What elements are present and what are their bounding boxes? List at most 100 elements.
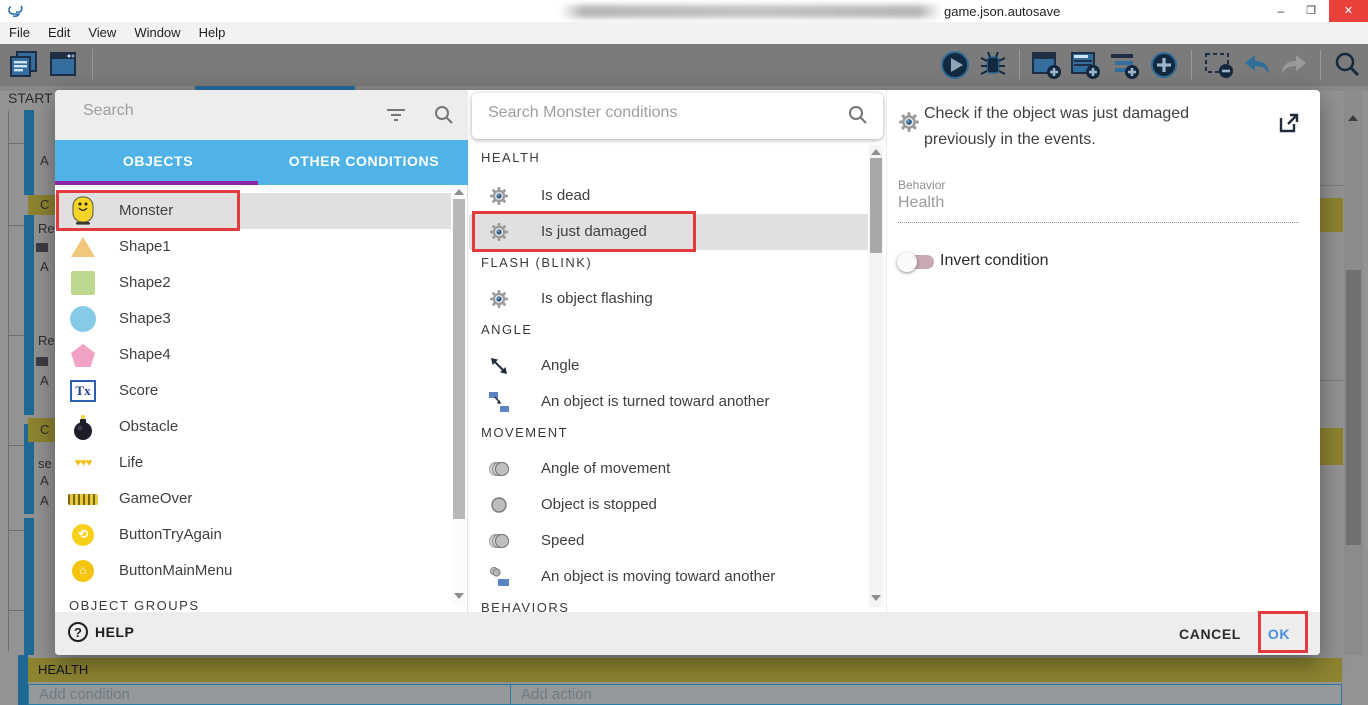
- object-row-buttontryagain[interactable]: ⟲ ButtonTryAgain: [55, 517, 451, 553]
- close-button[interactable]: ✕: [1329, 0, 1368, 22]
- project-manager-button[interactable]: [8, 50, 38, 78]
- add-condition-button[interactable]: Add condition: [29, 685, 511, 704]
- condition-label: Speed: [541, 532, 585, 549]
- scrollbar-thumb[interactable]: [1346, 270, 1361, 545]
- add-action-button[interactable]: Add action: [511, 685, 592, 704]
- minimize-button[interactable]: –: [1266, 0, 1296, 22]
- event-tree-line: [8, 610, 24, 611]
- open-in-new-icon[interactable]: [1277, 111, 1301, 135]
- section-header-flash: FLASH (BLINK): [481, 255, 593, 270]
- condition-list-scrollbar[interactable]: [869, 145, 883, 607]
- search-events-button[interactable]: [1332, 50, 1362, 80]
- section-header-health: HEALTH: [481, 150, 541, 165]
- search-icon[interactable]: [433, 104, 455, 126]
- editor-toolbar: [0, 44, 1368, 86]
- condition-row-angle-of-movement[interactable]: Angle of movement: [469, 451, 868, 487]
- menu-view[interactable]: View: [79, 22, 125, 44]
- condition-label: Angle of movement: [541, 460, 671, 477]
- object-label: GameOver: [119, 490, 193, 507]
- scrollbar-thumb[interactable]: [453, 199, 465, 519]
- condition-list-panel: HEALTH Is dead Is: [469, 90, 886, 612]
- cancel-button[interactable]: CANCEL: [1175, 620, 1245, 648]
- toolbar-divider: [92, 49, 93, 79]
- event-text-fragment: C: [40, 197, 50, 212]
- menu-window[interactable]: Window: [125, 22, 189, 44]
- object-row-shape2[interactable]: Shape2: [55, 265, 451, 301]
- debugger-bug-button[interactable]: [978, 49, 1008, 81]
- event-indent-bar: [18, 655, 28, 705]
- condition-row-object-is-stopped[interactable]: Object is stopped: [469, 487, 868, 523]
- scene-tab-label[interactable]: START: [8, 90, 53, 106]
- event-tree-line: [8, 111, 9, 651]
- scroll-up-arrow[interactable]: [1348, 115, 1358, 121]
- condition-row-angle[interactable]: Angle: [469, 348, 868, 384]
- object-row-gameover[interactable]: GameOver: [55, 481, 451, 517]
- condition-row-moving-toward[interactable]: An object is moving toward another: [469, 559, 868, 595]
- redo-button[interactable]: [1279, 51, 1309, 79]
- menu-bar: File Edit View Window Help: [0, 22, 1368, 44]
- maximize-button[interactable]: ❐: [1296, 0, 1326, 22]
- gameover-text-icon: [65, 484, 101, 514]
- add-subevent-button[interactable]: [1109, 49, 1141, 81]
- scroll-down-arrow[interactable]: [454, 593, 464, 599]
- condition-row-is-object-flashing[interactable]: Is object flashing: [469, 281, 868, 317]
- behavior-field-underline: [898, 222, 1299, 223]
- scroll-up-arrow[interactable]: [871, 149, 881, 155]
- comment-row-fragment: [1320, 198, 1343, 232]
- menu-edit[interactable]: Edit: [39, 22, 79, 44]
- events-scrollbar[interactable]: [1344, 91, 1363, 655]
- title-bar: game.json.autosave – ❐ ✕: [0, 0, 1368, 22]
- scroll-down-arrow[interactable]: [871, 595, 881, 601]
- moving-toward-icon: [487, 565, 511, 589]
- help-button[interactable]: ? HELP: [68, 622, 134, 642]
- object-label: Life: [119, 454, 144, 471]
- object-list-scrollbar[interactable]: [452, 185, 466, 605]
- behavior-gear-icon: [898, 111, 920, 138]
- turned-toward-icon: [487, 390, 511, 414]
- add-event-button[interactable]: [1031, 49, 1063, 81]
- event-text-fragment: A: [40, 373, 49, 388]
- object-row-life[interactable]: ♥♥♥ Life: [55, 445, 451, 481]
- add-comment-button[interactable]: [1070, 49, 1102, 81]
- condition-description: Check if the object was just damaged pre…: [924, 105, 1190, 148]
- menu-help[interactable]: Help: [190, 22, 235, 44]
- condition-row-speed[interactable]: Speed: [469, 523, 868, 559]
- scroll-up-arrow[interactable]: [454, 189, 464, 195]
- delete-event-button[interactable]: [1203, 49, 1235, 81]
- behavior-field-value[interactable]: Health: [898, 194, 944, 212]
- condition-row-is-dead[interactable]: Is dead: [469, 178, 868, 214]
- event-tree-line: [8, 143, 24, 144]
- object-row-shape3[interactable]: Shape3: [55, 301, 451, 337]
- tab-objects[interactable]: OBJECTS: [55, 140, 261, 185]
- help-label: HELP: [95, 624, 135, 640]
- menu-file[interactable]: File: [0, 22, 39, 44]
- preview-play-button[interactable]: [939, 49, 971, 81]
- invert-condition-toggle[interactable]: [897, 252, 934, 272]
- object-label: Shape4: [119, 346, 171, 363]
- tab-other-conditions[interactable]: OTHER CONDITIONS: [261, 140, 467, 185]
- event-mini-icon: [36, 243, 48, 252]
- toggle-knob[interactable]: [897, 252, 917, 272]
- condition-row-turned-toward[interactable]: An object is turned toward another: [469, 384, 868, 420]
- tab-other-conditions-label: OTHER CONDITIONS: [288, 153, 440, 169]
- object-row-buttonmainmenu[interactable]: ⌂ ButtonMainMenu: [55, 553, 451, 589]
- scene-editor-tab-icon[interactable]: [48, 50, 78, 78]
- invert-condition-label: Invert condition: [940, 252, 1049, 269]
- event-add-row: Add condition Add action: [28, 684, 1342, 705]
- filter-icon[interactable]: [385, 106, 407, 124]
- behavior-gear-icon: [487, 184, 511, 208]
- condition-search-input[interactable]: [488, 104, 818, 122]
- scrollbar-thumb[interactable]: [870, 158, 882, 253]
- add-other-events-button[interactable]: [1148, 49, 1180, 81]
- search-icon[interactable]: [847, 104, 869, 126]
- object-row-score[interactable]: Tx Score: [55, 373, 451, 409]
- object-row-shape4[interactable]: Shape4: [55, 337, 451, 373]
- object-search-input[interactable]: [83, 102, 373, 120]
- object-row-shape1[interactable]: Shape1: [55, 229, 451, 265]
- text-object-icon: Tx: [65, 376, 101, 406]
- event-tree-line: [8, 530, 24, 531]
- object-row-obstacle[interactable]: Obstacle: [55, 409, 451, 445]
- events-sheet-right-fragment: [1320, 91, 1368, 655]
- event-tree-line: [8, 335, 24, 336]
- undo-button[interactable]: [1242, 51, 1272, 79]
